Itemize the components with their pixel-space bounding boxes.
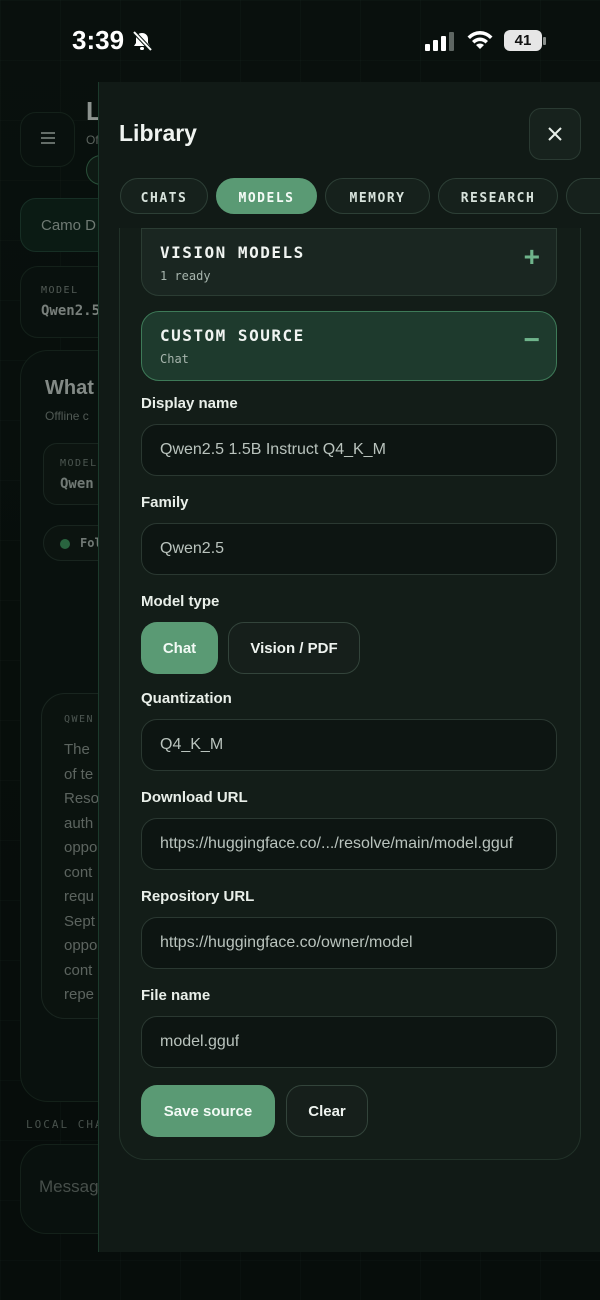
battery-cap-icon	[543, 37, 546, 45]
collapse-minus-icon: −	[523, 324, 540, 355]
file-name-field[interactable]: model.gguf	[141, 1016, 557, 1068]
battery-level: 41	[514, 32, 532, 49]
tab-memory[interactable]: MEMORY	[325, 178, 430, 214]
tab-chats-label: CHATS	[140, 191, 188, 206]
models-panel: VISION MODELS 1 ready + CUSTOM SOURCE Ch…	[119, 228, 581, 1160]
custom-source-subtitle: Chat	[160, 352, 189, 366]
custom-source-section[interactable]: CUSTOM SOURCE Chat −	[141, 311, 557, 381]
vision-models-title: VISION MODELS	[160, 243, 305, 262]
tab-overflow[interactable]	[566, 178, 600, 214]
tab-memory-label: MEMORY	[349, 191, 406, 206]
custom-source-title: CUSTOM SOURCE	[160, 326, 305, 345]
repository-url-value: https://huggingface.co/owner/model	[160, 934, 413, 951]
display-name-label: Display name	[141, 395, 238, 412]
wifi-icon	[466, 29, 494, 56]
drawer-title: Library	[119, 120, 197, 146]
save-source-button[interactable]: Save source	[141, 1085, 275, 1137]
display-name-value: Qwen2.5 1.5B Instruct Q4_K_M	[160, 441, 386, 458]
close-button[interactable]	[529, 108, 581, 160]
model-type-chat-option[interactable]: Chat	[141, 622, 218, 674]
cellular-signal-icon	[425, 31, 457, 56]
family-field[interactable]: Qwen2.5	[141, 523, 557, 575]
download-url-field[interactable]: https://huggingface.co/.../resolve/main/…	[141, 818, 557, 870]
library-tabs: CHATS MODELS MEMORY RESEARCH	[99, 174, 600, 234]
quantization-value: Q4_K_M	[160, 736, 224, 753]
library-drawer: Library CHATS MODELS MEMORY RESEARCH VIS…	[98, 82, 600, 1252]
file-name-value: model.gguf	[160, 1033, 240, 1050]
battery-icon: 41	[504, 30, 542, 51]
quantization-label: Quantization	[141, 690, 232, 707]
tab-models-label: MODELS	[238, 191, 295, 206]
tab-research-label: RESEARCH	[460, 191, 536, 206]
family-value: Qwen2.5	[160, 540, 225, 557]
download-url-value: https://huggingface.co/.../resolve/main/…	[160, 835, 514, 852]
model-type-label: Model type	[141, 593, 220, 610]
family-label: Family	[141, 494, 189, 511]
expand-plus-icon: +	[523, 241, 540, 272]
repository-url-label: Repository URL	[141, 888, 255, 905]
quantization-field[interactable]: Q4_K_M	[141, 719, 557, 771]
tab-research[interactable]: RESEARCH	[438, 178, 558, 214]
vision-models-status: 1 ready	[160, 269, 211, 283]
save-source-label: Save source	[163, 1102, 253, 1120]
status-bar: 3:39 41	[0, 0, 600, 82]
model-type-chat-label: Chat	[162, 639, 197, 657]
bell-muted-icon	[131, 30, 153, 57]
file-name-label: File name	[141, 987, 211, 1004]
display-name-field[interactable]: Qwen2.5 1.5B Instruct Q4_K_M	[141, 424, 557, 476]
close-icon	[547, 126, 563, 142]
repository-url-field[interactable]: https://huggingface.co/owner/model	[141, 917, 557, 969]
model-type-vision-label: Vision / PDF	[250, 639, 338, 657]
status-time: 3:39	[72, 25, 125, 55]
model-type-vision-option[interactable]: Vision / PDF	[228, 622, 360, 674]
tab-chats[interactable]: CHATS	[120, 178, 208, 214]
clear-label: Clear	[308, 1102, 346, 1120]
clear-button[interactable]: Clear	[286, 1085, 368, 1137]
tab-models[interactable]: MODELS	[216, 178, 317, 214]
download-url-label: Download URL	[141, 789, 248, 806]
vision-models-section[interactable]: VISION MODELS 1 ready +	[141, 228, 557, 296]
